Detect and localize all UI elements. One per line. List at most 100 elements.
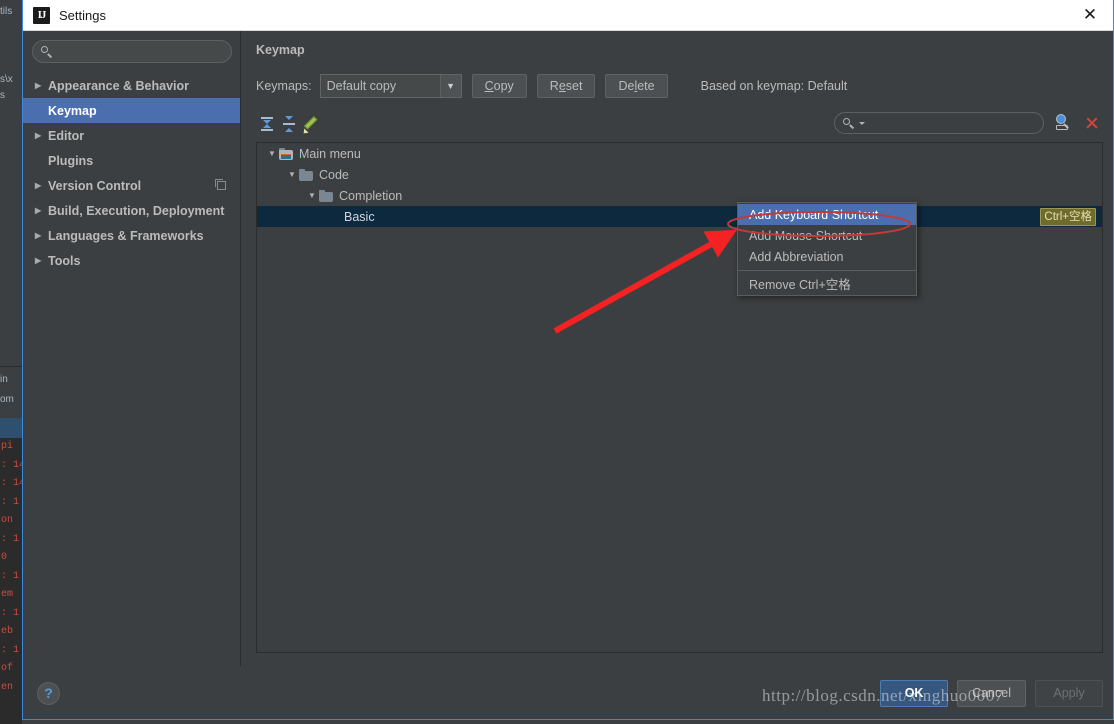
chevron-down-icon[interactable]: ▼ (285, 170, 299, 179)
console-line: of (1, 663, 14, 674)
table-row[interactable]: ▼ Completion (257, 185, 1102, 206)
ide-tool-label-1: om (0, 394, 14, 405)
ide-top-fragments: tils s\x s (0, 4, 22, 104)
chevron-down-icon[interactable]: ▼ (439, 75, 461, 97)
menu-item-label: Remove Ctrl+空格 (749, 278, 851, 292)
sidebar-item-label: Version Control (48, 178, 142, 193)
ide-editor-fragment: tils s\x s (0, 0, 22, 380)
tree-row-label: Main menu (299, 146, 361, 161)
delete-button[interactable]: De l ete (605, 74, 668, 98)
ide-console-fragment: pi : 14 : 14 : 1 on : 1 0 : 1 em : 1 eb … (0, 438, 22, 724)
table-row[interactable]: ▼ Code (257, 164, 1102, 185)
keymaps-toolbar: Keymaps: Default copy ▼ Copy Re set De l et… (256, 74, 1103, 98)
reset-button[interactable]: Re set (536, 74, 596, 98)
sidebar-item-label: Plugins (48, 153, 94, 168)
console-line: on (1, 515, 14, 526)
ide-frag-2: s\x (0, 74, 13, 85)
sidebar-item-tools[interactable]: ▶ Tools (23, 248, 240, 273)
main-menu-folder-icon (279, 147, 294, 160)
apply-button[interactable]: Apply (1035, 679, 1103, 707)
status-badge: Ctrl+空格 (1040, 208, 1096, 226)
sidebar-item-label: Editor (48, 128, 85, 143)
sidebar-item-label: Languages & Frameworks (48, 228, 204, 243)
dialog-actions: OK Cancel Apply (871, 679, 1103, 707)
keymap-select[interactable]: Default copy ▼ (319, 74, 462, 98)
console-line: : 14 (1, 459, 22, 471)
dialog-button-bar: ? OK Cancel Apply (23, 666, 1113, 719)
find-action-box[interactable] (834, 112, 1044, 134)
sidebar-search-wrapper (23, 40, 240, 73)
find-action-input[interactable] (867, 115, 1043, 131)
sidebar-item-label: Tools (48, 253, 81, 268)
console-line: 0 (1, 552, 8, 563)
collapse-all-icon[interactable] (278, 113, 300, 135)
chevron-right-icon: ▶ (35, 255, 42, 265)
sidebar-search-box[interactable] (32, 40, 232, 63)
sidebar-item-build-execution-deployment[interactable]: ▶ Build, Execution, Deployment (23, 198, 240, 223)
dialog-content: ▶ Appearance & Behavior ▶ Keymap ▶ Edito… (23, 31, 1113, 666)
menu-separator (738, 270, 916, 271)
ide-left-strip: tils s\x s in om pi : 14 : 14 : 1 on : 1… (0, 0, 22, 724)
chevron-right-icon: ▶ (35, 230, 42, 240)
table-row[interactable]: Basic Ctrl+空格 (257, 206, 1102, 227)
menu-item-label: Add Abbreviation (749, 249, 844, 264)
console-line: : 1 (1, 644, 20, 656)
keymap-panel: Keymap Keymaps: Default copy ▼ Copy Re se… (241, 31, 1113, 666)
ok-button[interactable]: OK (880, 679, 949, 707)
dialog-titlebar: IJ Settings ✕ (23, 0, 1113, 31)
ide-selected-line (0, 418, 22, 438)
tree-row-label: Code (319, 167, 349, 182)
chevron-right-icon: ▶ (35, 80, 42, 90)
page-title: Keymap (256, 43, 305, 57)
intellij-idea-icon: IJ (33, 6, 50, 24)
chevron-down-icon[interactable]: ▼ (305, 191, 319, 200)
ide-frag-3: s (0, 90, 5, 101)
console-line: eb (1, 626, 14, 637)
cancel-button[interactable]: Cancel (957, 679, 1026, 707)
based-on-keymap-label: Based on keymap: Default (700, 79, 848, 93)
expand-all-icon[interactable] (256, 113, 278, 135)
menu-item-add-mouse-shortcut[interactable]: Add Mouse Shortcut (738, 225, 916, 246)
sidebar-item-appearance-behavior[interactable]: ▶ Appearance & Behavior (23, 73, 240, 98)
sidebar-item-keymap[interactable]: ▶ Keymap (23, 98, 240, 123)
search-icon (843, 117, 854, 129)
search-icon (41, 46, 52, 58)
chevron-right-icon: ▶ (35, 130, 42, 140)
search-input[interactable] (56, 44, 231, 59)
chevron-down-icon[interactable]: ▼ (265, 149, 279, 158)
keymap-selected-value: Default copy (326, 79, 397, 93)
keymap-tree[interactable]: ▼ Main menu ▼ Code ▼ Completion Basic Ct… (256, 142, 1103, 653)
chevron-right-icon: ▶ (35, 180, 42, 190)
tree-row-label: Completion (339, 188, 403, 203)
sidebar-item-label: Keymap (48, 103, 97, 118)
sidebar-item-editor[interactable]: ▶ Editor (23, 123, 240, 148)
console-line: em (1, 589, 14, 600)
close-icon[interactable]: ✕ (1067, 0, 1113, 30)
menu-item-label: Add Mouse Shortcut (749, 228, 863, 243)
edit-pencil-icon[interactable] (300, 113, 322, 136)
find-by-shortcut-icon[interactable] (1053, 112, 1075, 134)
menu-item-add-keyboard-shortcut[interactable]: Add Keyboard Shortcut (738, 204, 916, 225)
console-line: : 1 (1, 496, 20, 508)
settings-dialog: IJ Settings ✕ ▶ Appearance & Behavior Ke… (22, 0, 1114, 720)
dialog-body: ▶ Appearance & Behavior ▶ Keymap ▶ Edito… (23, 31, 1113, 719)
copy-button[interactable]: Copy (471, 74, 527, 98)
settings-sidebar: ▶ Appearance & Behavior ▶ Keymap ▶ Edito… (23, 31, 241, 666)
menu-item-add-abbreviation[interactable]: Add Abbreviation (738, 246, 916, 267)
console-line: : 1 (1, 570, 20, 582)
table-row[interactable]: ▼ Main menu (257, 143, 1102, 164)
tree-row-label: Basic (344, 209, 375, 224)
keymap-tree-toolbar (256, 111, 1103, 137)
clear-red-x-icon[interactable] (1081, 112, 1103, 134)
copy-settings-icon (215, 179, 226, 190)
chevron-down-icon[interactable] (859, 121, 865, 125)
folder-icon (319, 189, 334, 202)
console-line: en (1, 681, 14, 693)
sidebar-item-plugins[interactable]: ▶ Plugins (23, 148, 240, 173)
help-icon[interactable]: ? (37, 681, 60, 705)
menu-item-remove-shortcut[interactable]: Remove Ctrl+空格 (738, 273, 916, 294)
keymaps-label: Keymaps: (256, 79, 312, 93)
sidebar-item-version-control[interactable]: ▶ Version Control (23, 173, 240, 198)
sidebar-item-languages-frameworks[interactable]: ▶ Languages & Frameworks (23, 223, 240, 248)
ide-tool-label-0: in (0, 374, 8, 385)
